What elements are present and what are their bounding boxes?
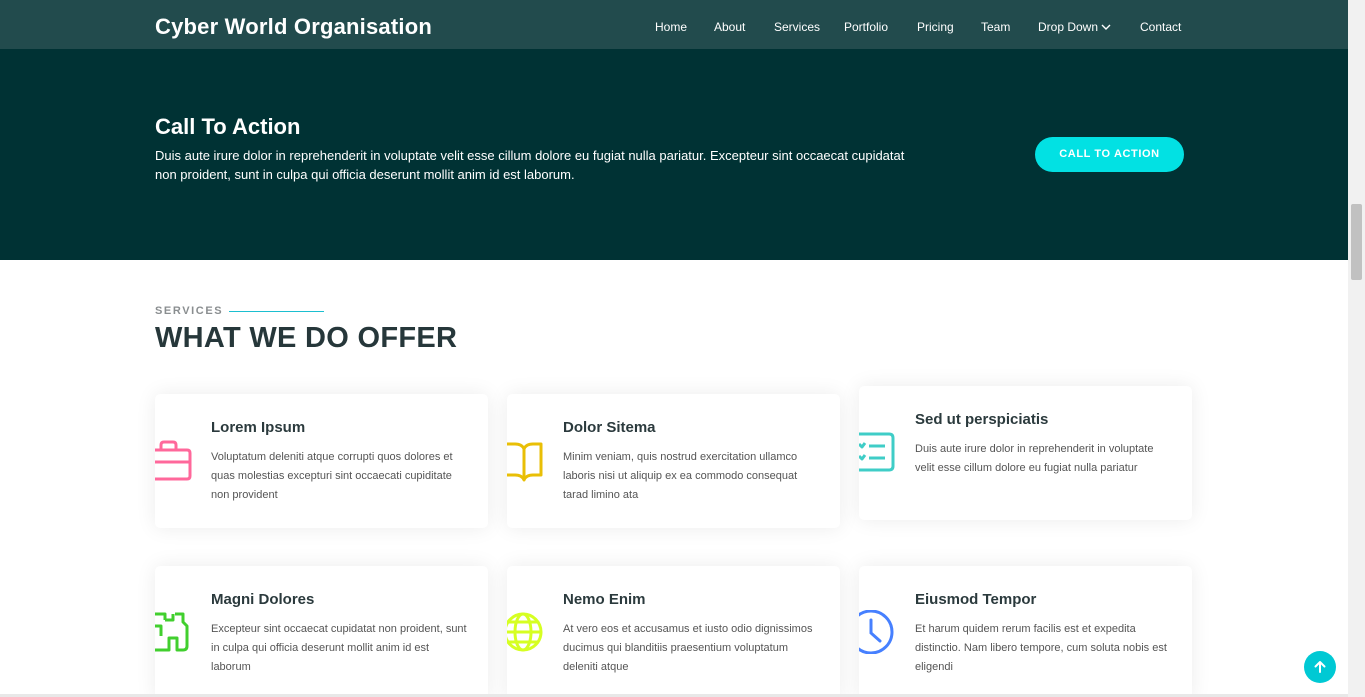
service-card: Nemo Enim At vero eos et accusamus et iu… (507, 566, 840, 697)
vertical-scrollbar[interactable] (1348, 0, 1365, 697)
section-divider (229, 311, 324, 312)
nav-home[interactable]: Home (655, 20, 687, 34)
card-title: Magni Dolores (211, 591, 315, 608)
service-card: Magni Dolores Excepteur sint occaecat cu… (155, 566, 488, 697)
nav-services[interactable]: Services (774, 20, 820, 34)
card-desc: Duis aute irure dolor in reprehenderit i… (915, 443, 1154, 474)
arrow-up-icon (1314, 661, 1326, 673)
card-desc: Minim veniam, quis nostrud exercitation … (563, 451, 798, 501)
service-card: Eiusmod Tempor Et harum quidem rerum fac… (859, 566, 1192, 697)
section-label: SERVICES (155, 305, 224, 317)
card-title: Nemo Enim (563, 591, 646, 608)
nav-portfolio[interactable]: Portfolio (844, 20, 888, 34)
nav-contact[interactable]: Contact (1140, 20, 1181, 34)
back-to-top-button[interactable] (1304, 651, 1336, 683)
card-title: Dolor Sitema (563, 419, 656, 436)
card-desc: Et harum quidem rerum facilis est et exp… (915, 623, 1167, 673)
clock-icon (859, 610, 894, 654)
section-title: WHAT WE DO OFFER (155, 322, 458, 354)
main-nav: Home About Services Portfolio Pricing Te… (0, 20, 1348, 36)
cta-section: Call To Action Duis aute irure dolor in … (0, 49, 1348, 260)
book-icon (507, 442, 543, 482)
service-card: Sed ut perspiciatis Duis aute irure dolo… (859, 386, 1192, 520)
cta-title: Call To Action (155, 114, 301, 139)
nav-dropdown-label: Drop Down (1038, 20, 1099, 34)
card-checklist-icon (859, 432, 895, 472)
briefcase-icon (155, 440, 192, 481)
chevron-down-icon (1101, 24, 1111, 30)
service-card: Dolor Sitema Minim veniam, quis nostrud … (507, 394, 840, 528)
card-title: Eiusmod Tempor (915, 591, 1037, 608)
scrollbar-thumb[interactable] (1351, 204, 1362, 280)
card-title: Sed ut perspiciatis (915, 411, 1049, 428)
nav-pricing[interactable]: Pricing (917, 20, 954, 34)
card-desc: At vero eos et accusamus et iusto odio d… (563, 623, 813, 673)
nav-about[interactable]: About (714, 20, 745, 34)
service-card: Lorem Ipsum Voluptatum deleniti atque co… (155, 394, 488, 528)
card-desc: Voluptatum deleniti atque corrupti quos … (211, 451, 453, 501)
nav-team[interactable]: Team (981, 20, 1010, 34)
binoculars-icon (155, 612, 189, 652)
site-header: Cyber World Organisation Home About Serv… (0, 0, 1348, 49)
cta-text: Duis aute irure dolor in reprehenderit i… (155, 148, 905, 182)
card-title: Lorem Ipsum (211, 419, 306, 436)
nav-dropdown[interactable]: Drop Down (1038, 20, 1111, 34)
globe-icon (507, 612, 543, 652)
card-desc: Excepteur sint occaecat cupidatat non pr… (211, 623, 467, 673)
cta-button[interactable]: CALL TO ACTION (1035, 137, 1184, 172)
